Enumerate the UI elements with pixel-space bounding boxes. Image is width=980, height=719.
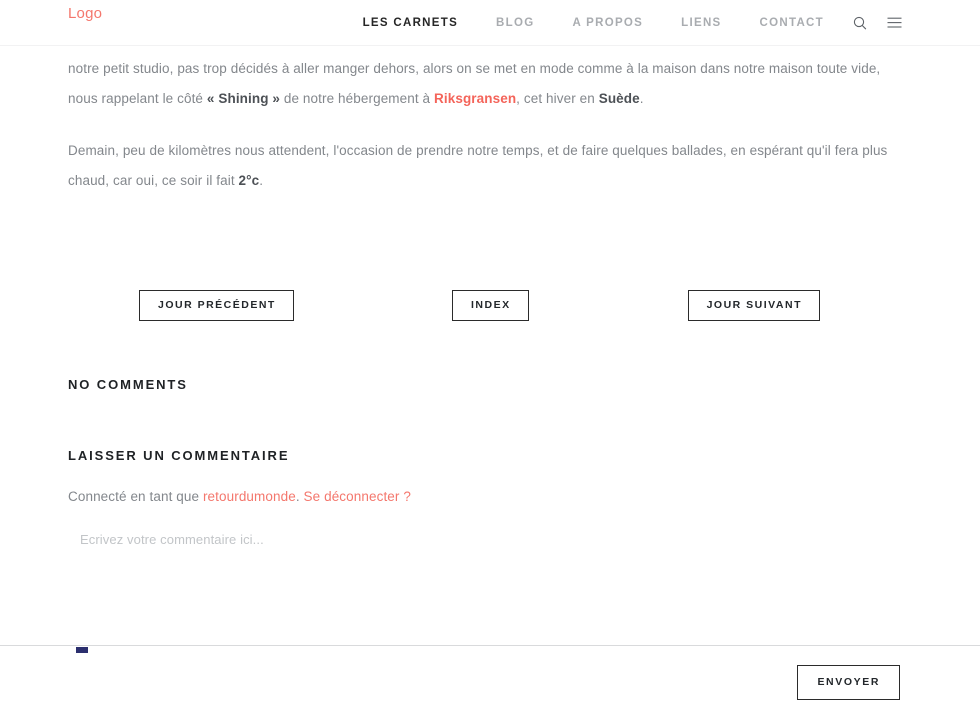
nav-item-les-carnets[interactable]: LES CARNETS [344, 17, 477, 29]
previous-day-button[interactable]: JOUR PRÉCÉDENT [139, 290, 294, 321]
hamburger-menu-icon[interactable] [877, 17, 912, 29]
nav-item-liens[interactable]: LIENS [662, 17, 740, 29]
main-content: notre petit studio, pas trop décidés à a… [0, 46, 980, 719]
logout-link[interactable]: Se déconnecter ? [304, 489, 411, 504]
nav-item-blog[interactable]: BLOG [477, 17, 553, 29]
paragraph-1-bold-suede: Suède [599, 91, 640, 106]
site-logo[interactable]: Logo [68, 6, 102, 21]
username-link[interactable]: retourdumonde [203, 489, 296, 504]
index-button[interactable]: INDEX [452, 290, 529, 321]
comment-input[interactable] [68, 530, 912, 650]
article-paragraph-2: Demain, peu de kilomètres nous attendent… [68, 136, 912, 196]
paragraph-1-text-part-4: . [640, 91, 644, 106]
paragraph-1-text-part-3: , cet hiver en [516, 91, 599, 106]
article-paragraph-1: notre petit studio, pas trop décidés à a… [68, 54, 912, 114]
paragraph-2-bold-temperature: 2°c [239, 173, 260, 188]
site-header: Logo LES CARNETS BLOG A PROPOS LIENS CON… [0, 0, 980, 46]
logged-in-status: Connecté en tant que retourdumonde. Se d… [68, 486, 912, 508]
logged-in-separator: . [296, 489, 304, 504]
submit-comment-button[interactable]: ENVOYER [797, 665, 900, 700]
no-comments-title: NO COMMENTS [68, 378, 912, 391]
nav-item-contact[interactable]: CONTACT [741, 17, 843, 29]
comments-section: NO COMMENTS LAISSER UN COMMENTAIRE Conne… [68, 370, 912, 719]
article-body: notre petit studio, pas trop décidés à a… [68, 46, 912, 196]
paragraph-2-text-part-1: Demain, peu de kilomètres nous attendent… [68, 143, 887, 188]
comment-submit-row: ENVOYER [68, 655, 912, 719]
nav-item-a-propos[interactable]: A PROPOS [553, 17, 662, 29]
link-riksgransen[interactable]: Riksgransen [434, 91, 516, 106]
paragraph-2-text-part-2: . [259, 173, 263, 188]
footer-widget-peek [76, 647, 88, 653]
leave-comment-title: LAISSER UN COMMENTAIRE [68, 449, 912, 462]
main-navigation: LES CARNETS BLOG A PROPOS LIENS CONTACT [344, 0, 912, 46]
paragraph-1-text-part-2: de notre hébergement à [280, 91, 434, 106]
logged-in-prefix: Connecté en tant que [68, 489, 203, 504]
paragraph-1-bold-shining: « Shining » [207, 91, 280, 106]
next-day-button[interactable]: JOUR SUIVANT [688, 290, 820, 321]
footer-divider [0, 645, 980, 646]
post-navigation: JOUR PRÉCÉDENT INDEX JOUR SUIVANT [68, 230, 912, 370]
search-icon[interactable] [843, 16, 877, 30]
